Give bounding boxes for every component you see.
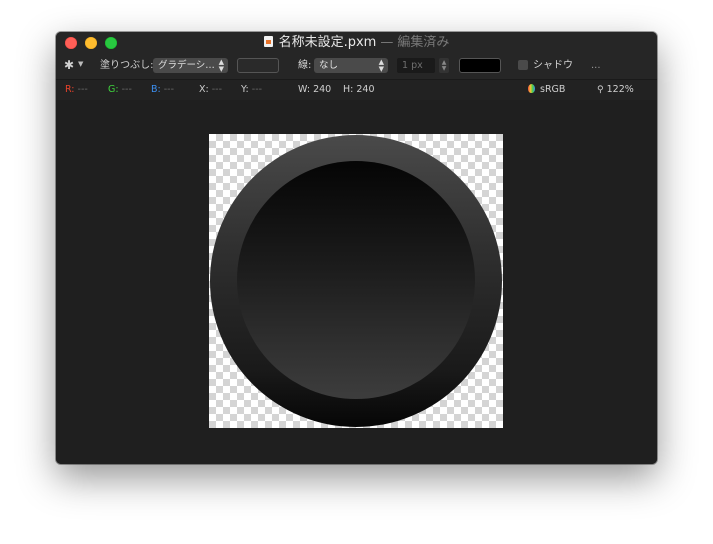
height-readout: H: 240 bbox=[343, 84, 375, 95]
fill-popup[interactable]: グラデーシ… ▲ ▼ bbox=[153, 58, 228, 73]
stroke-popup[interactable]: なし ▲ ▼ bbox=[314, 58, 388, 73]
stroke-width-stepper[interactable]: ▲ ▼ bbox=[439, 58, 449, 73]
more-options-button[interactable]: ... bbox=[591, 59, 601, 73]
popup-arrows-icon: ▲ ▼ bbox=[218, 58, 224, 73]
stroke-label: 線: bbox=[298, 60, 312, 71]
color-profile-button[interactable]: sRGB bbox=[528, 83, 565, 97]
title-separator: — bbox=[380, 35, 394, 50]
width-readout: W: 240 bbox=[298, 84, 332, 95]
fill-label: 塗りつぶし: bbox=[100, 60, 154, 71]
shadow-checkbox[interactable] bbox=[518, 60, 528, 70]
document-name: 名称未設定.pxm bbox=[278, 35, 377, 50]
magnifier-icon: ⚲ bbox=[597, 85, 604, 95]
document-icon[interactable] bbox=[263, 36, 273, 47]
green-readout: G: --- bbox=[108, 84, 132, 95]
title-bar[interactable]: 名称未設定.pxm — 編集済み bbox=[56, 32, 657, 54]
gear-icon[interactable]: ✱ bbox=[64, 58, 74, 72]
canvas-area[interactable] bbox=[56, 100, 657, 464]
circle-button-inner[interactable] bbox=[237, 161, 475, 399]
zoom-control[interactable]: ⚲ 122% bbox=[597, 83, 634, 97]
edited-status: 編集済み bbox=[397, 35, 450, 50]
status-bar: R: --- G: --- B: --- X: --- Y: --- W: 24… bbox=[56, 79, 657, 100]
app-window: 名称未設定.pxm — 編集済み ✱ ▼ 塗りつぶし: グラデーシ… ▲ ▼ 線: な… bbox=[56, 32, 657, 464]
stroke-width-field[interactable]: 1 px bbox=[397, 58, 435, 73]
stroke-popup-value: なし bbox=[319, 60, 339, 71]
colorsync-icon bbox=[528, 84, 535, 93]
popup-arrows-icon: ▲ ▼ bbox=[378, 58, 384, 73]
fill-color-well[interactable] bbox=[237, 58, 279, 73]
fill-popup-value: グラデーシ… bbox=[158, 60, 215, 71]
red-readout: R: --- bbox=[65, 84, 88, 95]
x-readout: X: --- bbox=[199, 84, 223, 95]
circle-button-outer-ring[interactable] bbox=[210, 135, 502, 427]
y-readout: Y: --- bbox=[241, 84, 263, 95]
stroke-width-placeholder: 1 px bbox=[402, 60, 423, 71]
document-canvas[interactable] bbox=[209, 134, 503, 428]
shadow-label: シャドウ bbox=[533, 60, 573, 71]
blue-readout: B: --- bbox=[151, 84, 175, 95]
window-title: 名称未設定.pxm — 編集済み bbox=[56, 34, 657, 52]
chevron-down-icon[interactable]: ▼ bbox=[78, 60, 83, 68]
stroke-color-well[interactable] bbox=[459, 58, 501, 73]
toolbar: ✱ ▼ 塗りつぶし: グラデーシ… ▲ ▼ 線: なし ▲ ▼ 1 px ▲ ▼ シャ… bbox=[56, 54, 657, 79]
